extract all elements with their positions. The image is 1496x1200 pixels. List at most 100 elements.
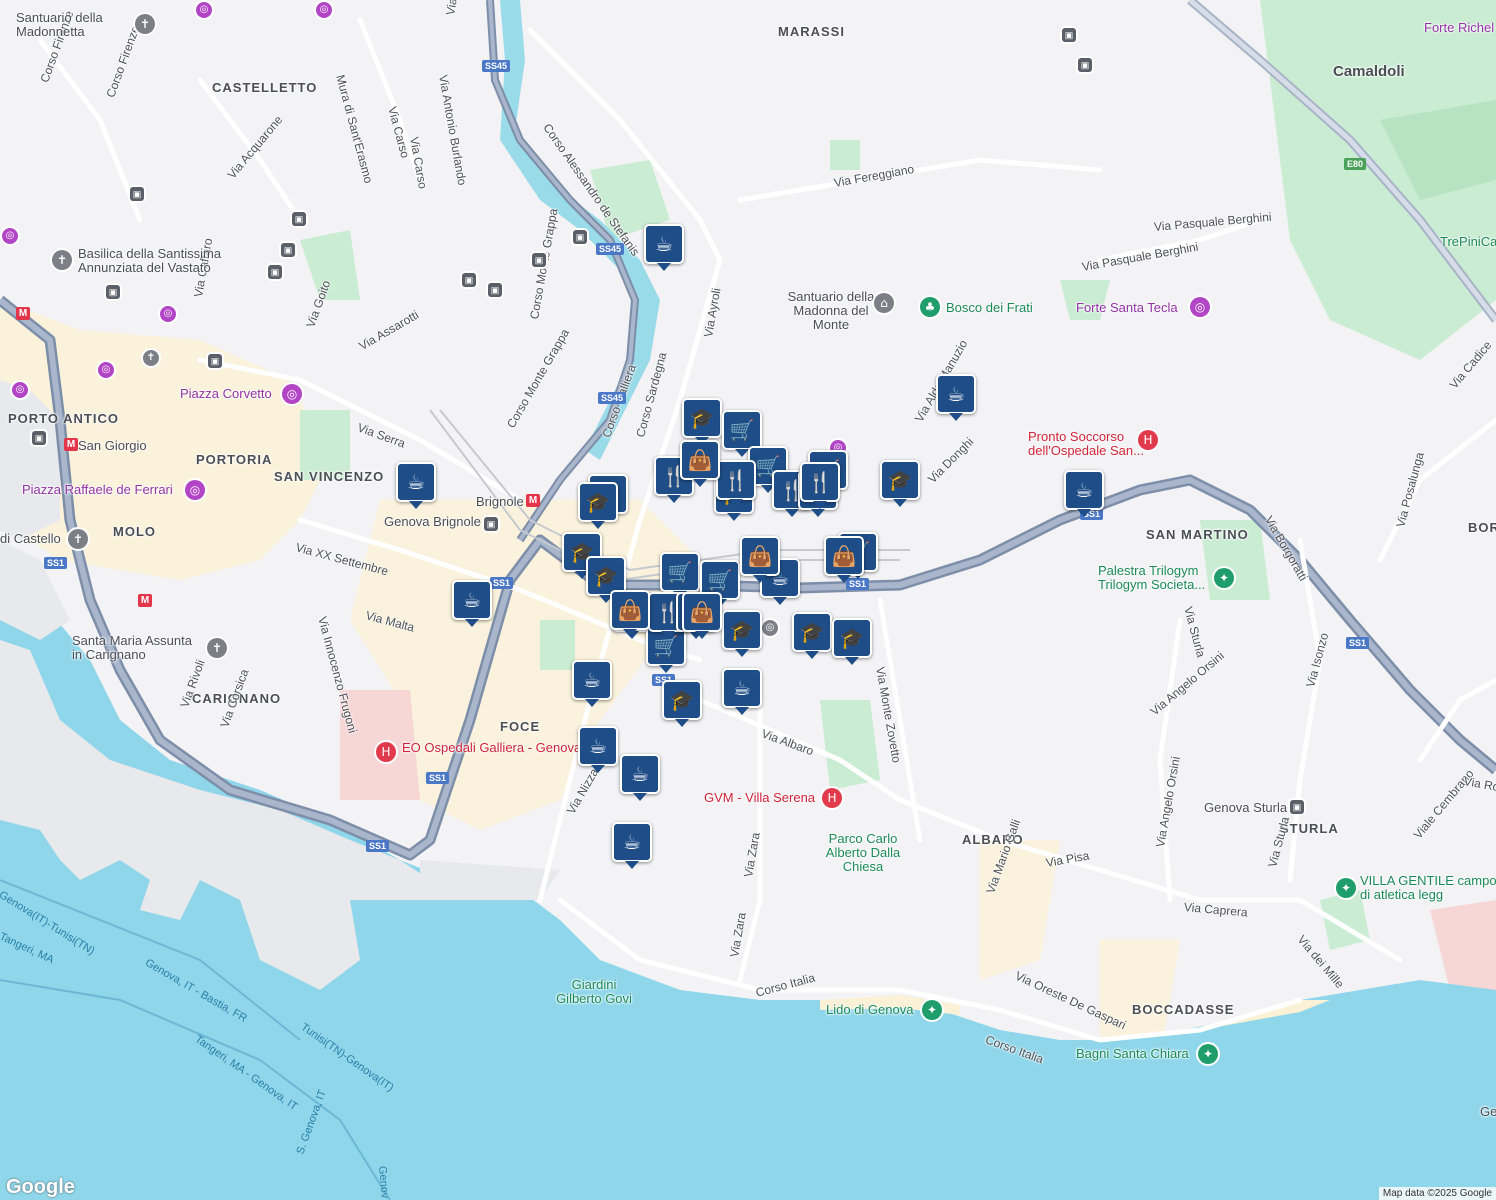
bus-stop-icon[interactable]: ▣ (1078, 58, 1092, 72)
poi-label-giardini[interactable]: Giardini Gilberto Govi (554, 978, 634, 1006)
museum-icon[interactable]: ◎ (316, 2, 332, 18)
map-attribution[interactable]: Map data ©2025 Google (1378, 1187, 1496, 1200)
bag-marker-icon[interactable]: 👜 (610, 590, 650, 637)
bus-stop-icon[interactable]: ▣ (573, 230, 587, 244)
poi-label-bosco-frati[interactable]: Bosco dei Frati (946, 300, 1033, 315)
university-icon[interactable]: ◎ (762, 620, 778, 636)
poi-label-castello[interactable]: di Castello (0, 531, 61, 546)
poi-label-eo-ospedali[interactable]: EO Ospedali Galliera - Genova (402, 740, 581, 755)
bus-stop-icon[interactable]: ▣ (130, 187, 144, 201)
cafe-marker-icon[interactable]: ☕ (620, 754, 660, 801)
metro-station-icon[interactable]: M (138, 594, 152, 607)
hospital-icon[interactable]: H (822, 788, 842, 808)
beach-icon[interactable]: ✦ (1198, 1044, 1218, 1064)
cafe-marker-icon[interactable]: ☕ (396, 462, 436, 509)
bus-stop-icon[interactable]: ▣ (106, 285, 120, 299)
poi-label-pronto-soccorso[interactable]: Pronto Soccorso dell'Ospedale San... (1028, 430, 1148, 458)
poi-label-genova-brignole[interactable]: Genova Brignole (384, 514, 481, 529)
museum-icon[interactable]: ◎ (196, 2, 212, 18)
hospital-icon[interactable]: H (1138, 430, 1158, 450)
poi-label-forte-santa-tecla[interactable]: Forte Santa Tecla (1076, 300, 1178, 315)
school-marker-icon[interactable]: 🎓 (880, 460, 920, 507)
stadium-icon[interactable]: ✦ (1336, 878, 1356, 898)
poi-label-genova-sturla[interactable]: Genova Sturla (1204, 800, 1287, 815)
museum-icon[interactable]: ◎ (12, 382, 28, 398)
bus-stop-icon[interactable]: ▣ (488, 283, 502, 297)
poi-label-lido[interactable]: Lido di Genova (826, 1002, 913, 1017)
restaurant-marker-icon[interactable]: 🍴 (800, 462, 840, 509)
school-marker-icon[interactable]: 🎓 (832, 618, 872, 665)
cafe-marker-icon[interactable]: ☕ (572, 660, 612, 707)
school-marker-icon[interactable]: 🎓 (578, 482, 618, 529)
poi-label-basilica[interactable]: Basilica della Santissima Annunziata del… (78, 247, 268, 275)
poi-label-brignole[interactable]: Brignole (476, 494, 524, 509)
district-label: MARASSI (778, 24, 845, 39)
poi-label-santuario-madonnetta[interactable]: Santuario della Madonnetta (16, 11, 126, 39)
metro-station-icon[interactable]: M (16, 307, 30, 320)
poi-label-piazza-corvetto[interactable]: Piazza Corvetto (180, 386, 272, 401)
cafe-marker-icon[interactable]: ☕ (1064, 470, 1104, 517)
poi-label-gvm[interactable]: GVM - Villa Serena (704, 790, 815, 805)
museum-icon[interactable]: ◎ (282, 384, 302, 404)
poi-label-parco[interactable]: Parco Carlo Alberto Dalla Chiesa (818, 832, 908, 874)
cafe-marker-icon[interactable]: ☕ (644, 224, 684, 271)
shop-marker-icon[interactable]: 🛒 (660, 552, 700, 599)
hospital-icon[interactable]: H (376, 742, 396, 762)
poi-label-ge[interactable]: Ge (1480, 1104, 1496, 1119)
park-icon[interactable]: ♣ (920, 297, 940, 317)
bus-stop-icon[interactable]: ▣ (532, 253, 546, 267)
church-icon[interactable]: ✝ (68, 529, 88, 549)
museum-icon[interactable]: ◎ (98, 362, 114, 378)
bus-stop-icon[interactable]: ▣ (268, 265, 282, 279)
church-icon[interactable]: ✝ (207, 638, 227, 658)
museum-icon[interactable]: ◎ (160, 306, 176, 322)
cafe-marker-icon[interactable]: ☕ (722, 668, 762, 715)
district-label: BOCCADASSE (1132, 1002, 1235, 1017)
bag-marker-icon[interactable]: 👜 (740, 536, 780, 583)
bus-stop-icon[interactable]: ▣ (208, 354, 222, 368)
bag-marker-icon[interactable]: 👜 (682, 592, 722, 639)
school-marker-icon[interactable]: 🎓 (682, 398, 722, 445)
bus-stop-icon[interactable]: ▣ (462, 273, 476, 287)
restaurant-marker-icon[interactable]: 🍴 (716, 460, 756, 507)
bus-stop-icon[interactable]: ▣ (1290, 800, 1304, 814)
church-icon[interactable]: ✝ (52, 250, 72, 270)
cafe-marker-icon[interactable]: ☕ (936, 374, 976, 421)
district-label: BORGOR (1468, 520, 1496, 535)
poi-label-villa-gentile[interactable]: VILLA GENTILE campo di atletica legg (1360, 874, 1496, 902)
poi-label-bagni[interactable]: Bagni Santa Chiara (1076, 1046, 1189, 1061)
cafe-marker-icon[interactable]: ☕ (612, 822, 652, 869)
bag-marker-icon[interactable]: 👜 (824, 536, 864, 583)
map-canvas[interactable]: MARASSI CASTELLETTO PORTO ANTICO PORTORIA SA… (0, 0, 1496, 1200)
museum-icon[interactable]: ◎ (185, 480, 205, 500)
metro-station-icon[interactable]: M (64, 438, 78, 451)
church-icon[interactable]: ✝ (135, 14, 155, 34)
bus-stop-icon[interactable]: ▣ (32, 431, 46, 445)
museum-icon[interactable]: ◎ (1190, 297, 1210, 317)
church-icon[interactable]: ⌂ (874, 293, 894, 313)
gym-icon[interactable]: ✦ (1214, 568, 1234, 588)
school-marker-icon[interactable]: 🎓 (662, 680, 702, 727)
church-icon[interactable]: ✝ (143, 350, 159, 366)
beach-icon[interactable]: ✦ (922, 1000, 942, 1020)
poi-label-forte-richel[interactable]: Forte Richel (1424, 20, 1494, 35)
poi-label-santuario-monte[interactable]: Santuario della Madonna del Monte (776, 290, 886, 332)
bus-stop-icon[interactable]: ▣ (281, 243, 295, 257)
bus-stop-icon[interactable]: ▣ (292, 212, 306, 226)
bus-stop-icon[interactable]: ▣ (484, 517, 498, 531)
cafe-marker-icon[interactable]: ☕ (452, 580, 492, 627)
poi-label-san-giorgio[interactable]: San Giorgio (78, 438, 147, 453)
metro-station-icon[interactable]: M (526, 494, 540, 507)
school-marker-icon[interactable]: 🎓 (722, 610, 762, 657)
cafe-marker-icon[interactable]: ☕ (578, 726, 618, 773)
poi-label-palestra[interactable]: Palestra Trilogym Trilogym Societa... (1098, 564, 1218, 592)
poi-label-santa-maria[interactable]: Santa Maria Assunta in Carignano (72, 634, 202, 662)
shop-marker-icon[interactable]: 🛒 (722, 410, 762, 457)
school-marker-icon[interactable]: 🎓 (792, 612, 832, 659)
museum-icon[interactable]: ◎ (2, 228, 18, 244)
bag-marker-icon[interactable]: 👜 (680, 440, 720, 487)
poi-label-trepinica[interactable]: TrePiniCa (1440, 234, 1496, 249)
district-label: Camaldoli (1333, 63, 1405, 80)
bus-stop-icon[interactable]: ▣ (1062, 28, 1076, 42)
poi-label-piazza-ferrari[interactable]: Piazza Raffaele de Ferrari (22, 482, 173, 497)
